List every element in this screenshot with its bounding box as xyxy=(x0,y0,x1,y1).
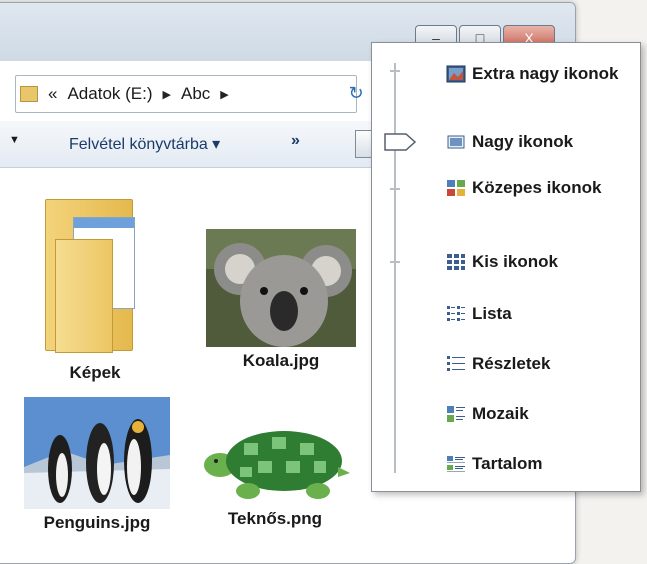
view-size-slider-thumb[interactable] xyxy=(384,133,416,151)
image-thumbnail xyxy=(206,229,356,347)
menu-item-details[interactable]: Részletek xyxy=(446,349,550,379)
chevron-right-icon[interactable]: ▶ xyxy=(220,88,228,101)
menu-item-label: Lista xyxy=(472,304,512,323)
slider-tick xyxy=(390,70,400,72)
menu-item-label: Kis ikonok xyxy=(472,252,558,271)
file-name: Koala.jpg xyxy=(242,351,320,370)
menu-item-list[interactable]: Lista xyxy=(446,299,512,329)
menu-item-label: Részletek xyxy=(472,354,551,373)
menu-item-small-icons[interactable]: Kis ikonok xyxy=(446,247,558,277)
content-icon xyxy=(447,456,465,472)
medium-icons-icon xyxy=(447,180,465,196)
menu-item-label: Extra nagy ikonok xyxy=(472,64,619,83)
file-item-teknos[interactable]: Teknős.png xyxy=(195,421,355,529)
file-name: Teknős.png xyxy=(227,509,323,528)
view-menu: Extra nagy ikonok Nagy ikonok Közepes ik… xyxy=(371,42,641,492)
file-item-penguins[interactable]: Penguins.jpg xyxy=(21,397,173,533)
small-icons-icon xyxy=(447,254,465,270)
image-thumbnail xyxy=(24,397,170,509)
menu-item-label: Közepes ikonok xyxy=(472,178,602,197)
file-name: Penguins.jpg xyxy=(43,513,151,532)
menu-item-content[interactable]: Tartalom xyxy=(446,449,543,479)
menu-item-label: Tartalom xyxy=(472,454,543,473)
extra-large-icons-icon xyxy=(446,65,466,83)
list-icon xyxy=(447,306,465,321)
file-name: Képek xyxy=(69,363,121,382)
image-thumbnail xyxy=(204,431,350,499)
menu-item-tiles[interactable]: Mozaik xyxy=(446,399,529,429)
chevron-down-icon[interactable]: ▼ xyxy=(9,134,20,146)
chevron-right-icon[interactable]: ▶ xyxy=(163,88,171,101)
large-icons-icon xyxy=(447,135,465,149)
folder-icon xyxy=(45,199,145,359)
view-size-slider-track[interactable] xyxy=(394,63,396,473)
details-icon xyxy=(447,356,465,371)
breadcrumb-folder[interactable]: Abc xyxy=(181,84,210,104)
refresh-icon[interactable]: ↻ xyxy=(341,75,371,111)
folder-icon xyxy=(20,86,38,102)
address-bar[interactable]: « Adatok (E:) ▶ Abc ▶ xyxy=(15,75,357,113)
breadcrumb-back[interactable]: « xyxy=(48,84,57,104)
add-to-library-button[interactable]: Felvétel könyvtárba ▾ xyxy=(69,134,220,154)
slider-tick xyxy=(390,261,400,263)
more-commands-button[interactable]: » xyxy=(291,132,300,150)
menu-item-label: Mozaik xyxy=(472,404,529,423)
tiles-icon xyxy=(447,406,465,422)
slider-tick xyxy=(390,188,400,190)
breadcrumb-drive[interactable]: Adatok (E:) xyxy=(67,84,152,104)
menu-item-medium-icons[interactable]: Közepes ikonok xyxy=(446,173,601,203)
file-item-kepek[interactable]: Képek xyxy=(35,199,155,383)
file-item-koala[interactable]: Koala.jpg xyxy=(203,229,359,371)
menu-item-large-icons[interactable]: Nagy ikonok xyxy=(446,127,573,157)
menu-item-extra-large-icons[interactable]: Extra nagy ikonok xyxy=(446,59,618,89)
menu-item-label: Nagy ikonok xyxy=(472,132,574,151)
